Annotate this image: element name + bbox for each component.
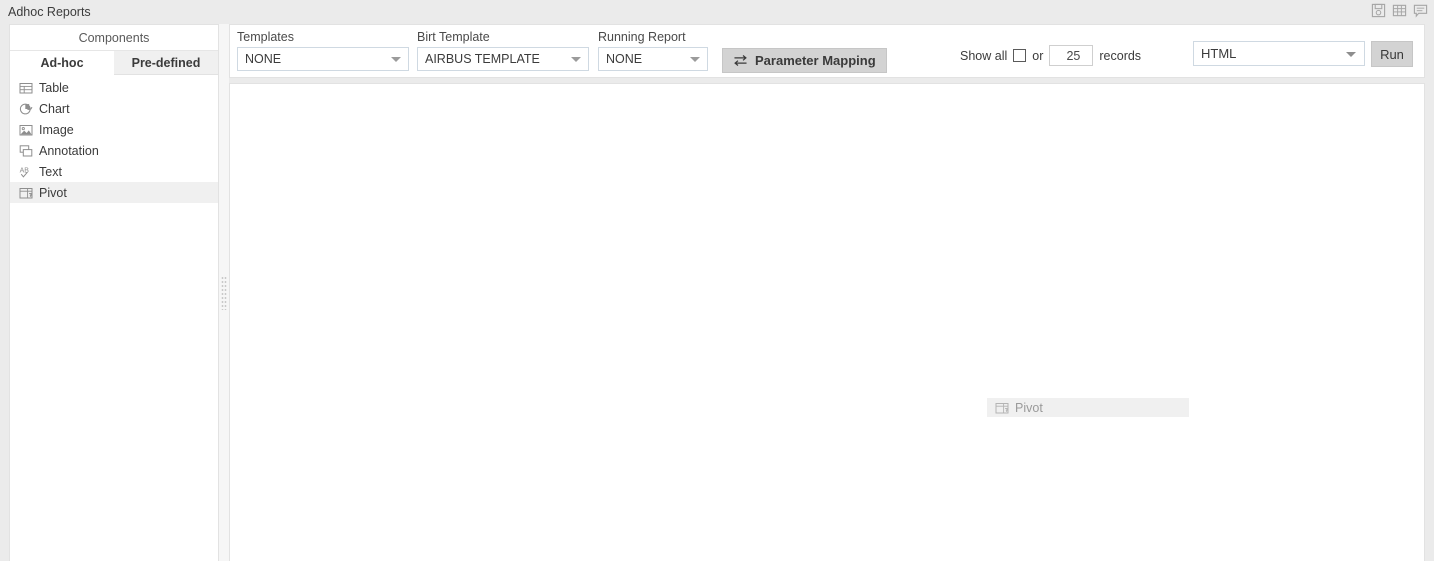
running-report-field-group: Running Report NONE bbox=[598, 30, 708, 71]
running-report-label: Running Report bbox=[598, 30, 686, 44]
show-all-label: Show all bbox=[960, 48, 1008, 63]
component-label: Image bbox=[39, 122, 74, 137]
parameter-mapping-label: Parameter Mapping bbox=[755, 53, 876, 68]
text-ab-icon: AB bbox=[19, 165, 33, 179]
running-report-value: NONE bbox=[606, 52, 643, 66]
panel-splitter[interactable] bbox=[219, 24, 229, 561]
templates-field-group: Templates NONE bbox=[237, 30, 409, 71]
table-icon bbox=[19, 81, 33, 95]
annotation-icon bbox=[19, 144, 33, 158]
components-list: Table Chart Image Annotation AB Text Piv… bbox=[10, 75, 218, 203]
output-format-value: HTML bbox=[1201, 46, 1237, 61]
component-item-annotation[interactable]: Annotation bbox=[10, 140, 218, 161]
window-title: Adhoc Reports bbox=[8, 5, 91, 19]
show-all-checkbox[interactable] bbox=[1013, 49, 1027, 62]
window-title-bar: Adhoc Reports bbox=[0, 0, 1434, 24]
comment-icon[interactable] bbox=[1413, 3, 1428, 18]
birt-template-select[interactable]: AIRBUS TEMPLATE bbox=[417, 47, 589, 71]
components-header: Components bbox=[10, 25, 218, 51]
chevron-down-icon bbox=[571, 57, 581, 62]
report-toolbar: Templates NONE Birt Template AIRBUS TEMP… bbox=[229, 24, 1425, 78]
chevron-down-icon bbox=[690, 57, 700, 62]
pie-chart-icon bbox=[19, 102, 33, 116]
pivot-icon bbox=[19, 186, 33, 200]
components-tabstrip: Ad-hoc Pre-defined bbox=[10, 51, 218, 75]
records-label: records bbox=[1099, 48, 1142, 63]
component-item-pivot[interactable]: Pivot bbox=[10, 182, 218, 203]
report-design-canvas[interactable]: Pivot bbox=[229, 83, 1425, 561]
component-label: Table bbox=[39, 80, 69, 95]
running-report-select[interactable]: NONE bbox=[598, 47, 708, 71]
component-label: Pivot bbox=[39, 185, 67, 200]
run-button[interactable]: Run bbox=[1371, 41, 1413, 67]
component-item-chart[interactable]: Chart bbox=[10, 98, 218, 119]
templates-value: NONE bbox=[245, 52, 282, 66]
swap-arrows-icon bbox=[733, 54, 748, 67]
component-item-image[interactable]: Image bbox=[10, 119, 218, 140]
templates-label: Templates bbox=[237, 30, 294, 44]
records-count-input[interactable] bbox=[1049, 45, 1094, 66]
drag-ghost-pivot: Pivot bbox=[987, 398, 1189, 417]
tab-pre-defined[interactable]: Pre-defined bbox=[114, 51, 218, 75]
component-label: Chart bbox=[39, 101, 70, 116]
birt-template-value: AIRBUS TEMPLATE bbox=[425, 52, 540, 66]
birt-template-label: Birt Template bbox=[417, 30, 490, 44]
drag-ghost-label: Pivot bbox=[1015, 400, 1043, 415]
pivot-icon bbox=[995, 401, 1009, 415]
svg-text:AB: AB bbox=[20, 167, 30, 174]
templates-select[interactable]: NONE bbox=[237, 47, 409, 71]
tab-ad-hoc[interactable]: Ad-hoc bbox=[10, 51, 114, 75]
window-tool-icons bbox=[1371, 3, 1428, 18]
component-label: Text bbox=[39, 164, 62, 179]
chevron-down-icon bbox=[1346, 51, 1356, 57]
component-item-text[interactable]: AB Text bbox=[10, 161, 218, 182]
chevron-down-icon bbox=[391, 57, 401, 62]
show-all-records-group: Show all or records bbox=[960, 45, 1141, 66]
image-icon bbox=[19, 123, 33, 137]
or-label: or bbox=[1032, 48, 1044, 63]
birt-template-field-group: Birt Template AIRBUS TEMPLATE bbox=[417, 30, 589, 71]
component-item-table[interactable]: Table bbox=[10, 77, 218, 98]
save-icon[interactable] bbox=[1371, 3, 1386, 18]
splitter-grip-icon bbox=[221, 275, 227, 310]
output-format-select[interactable]: HTML bbox=[1193, 41, 1365, 66]
component-label: Annotation bbox=[39, 143, 99, 158]
parameter-mapping-button[interactable]: Parameter Mapping bbox=[722, 48, 887, 73]
components-panel: Components Ad-hoc Pre-defined Table Char… bbox=[9, 24, 219, 561]
table-grid-icon[interactable] bbox=[1392, 3, 1407, 18]
